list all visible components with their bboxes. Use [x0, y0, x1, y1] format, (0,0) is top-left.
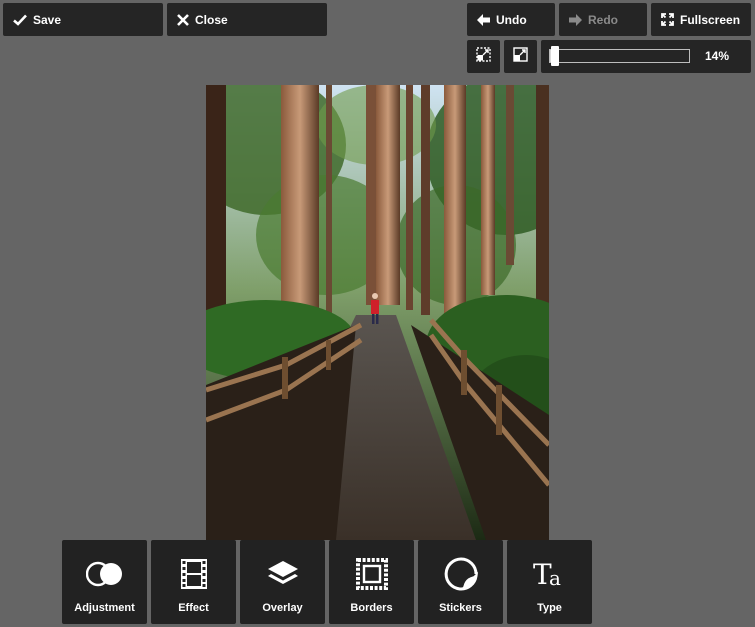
close-icon — [177, 13, 189, 26]
type-icon: T a — [533, 557, 567, 591]
border-frame-icon — [355, 557, 388, 591]
tool-label: Type — [537, 602, 562, 614]
redo-label: Redo — [588, 12, 618, 27]
tool-label: Borders — [350, 602, 393, 614]
close-label: Close — [195, 12, 228, 27]
tool-label: Adjustment — [74, 602, 135, 614]
svg-text:a: a — [549, 566, 561, 590]
layers-icon — [266, 557, 300, 591]
tool-label: Overlay — [262, 602, 303, 614]
zoom-fit-button[interactable] — [467, 40, 500, 73]
sticker-icon — [444, 557, 478, 591]
zoom-actual-size-icon — [513, 46, 528, 67]
save-label: Save — [33, 12, 62, 27]
arrow-left-icon — [477, 13, 490, 26]
undo-button[interactable]: Undo — [467, 3, 555, 36]
zoom-slider[interactable] — [549, 46, 690, 66]
zoom-actual-size-button[interactable] — [504, 40, 537, 73]
forest-trail-photo — [206, 85, 549, 540]
zoom-slider-panel: 14% — [541, 40, 751, 73]
checkmark-icon — [13, 14, 27, 26]
save-button[interactable]: Save — [3, 3, 163, 36]
zoom-percentage: 14% — [704, 49, 729, 63]
tool-adjustment[interactable]: Adjustment — [62, 540, 147, 624]
tool-borders[interactable]: Borders — [329, 540, 414, 624]
tool-label: Stickers — [439, 602, 482, 614]
close-button[interactable]: Close — [167, 3, 327, 36]
fullscreen-button[interactable]: Fullscreen — [651, 3, 751, 36]
film-strip-icon — [180, 557, 207, 591]
fullscreen-label: Fullscreen — [680, 12, 741, 27]
tool-type[interactable]: T a Type — [507, 540, 592, 624]
fullscreen-icon — [661, 13, 674, 26]
zoom-fit-icon — [476, 46, 491, 67]
zoom-slider-handle[interactable] — [551, 46, 559, 66]
tool-overlay[interactable]: Overlay — [240, 540, 325, 624]
adjustment-icon — [85, 557, 124, 591]
tool-stickers[interactable]: Stickers — [418, 540, 503, 624]
photo-canvas[interactable] — [206, 85, 549, 540]
tool-effect[interactable]: Effect — [151, 540, 236, 624]
tool-label: Effect — [178, 602, 209, 614]
arrow-right-icon — [569, 13, 582, 26]
undo-label: Undo — [496, 12, 527, 27]
redo-button[interactable]: Redo — [559, 3, 647, 36]
